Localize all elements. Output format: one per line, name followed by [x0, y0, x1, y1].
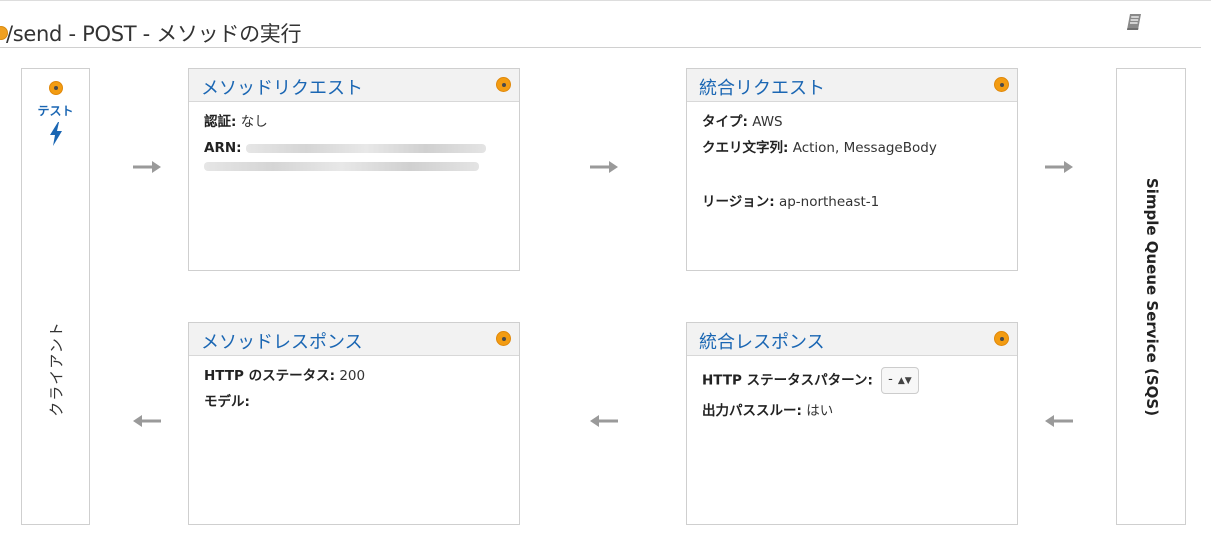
query-label: クエリ文字列: — [702, 140, 789, 156]
pattern-row: HTTP ステータスパターン: - ▲▼ — [702, 367, 1002, 394]
arn-label: ARN: — [204, 140, 242, 156]
top-rule — [0, 0, 1211, 1]
status-dot-icon — [994, 77, 1009, 92]
method-response-box: メソッドレスポンス HTTP のステータス: 200 モデル: — [188, 322, 520, 525]
method-request-header: メソッドリクエスト — [189, 69, 519, 102]
arrow-left-icon — [133, 415, 161, 427]
docs-icon[interactable] — [1124, 12, 1144, 32]
passthrough-value: はい — [806, 403, 834, 419]
test-link[interactable]: テスト — [22, 102, 89, 119]
integration-response-header: 統合レスポンス — [687, 323, 1017, 356]
client-label: クライアント — [47, 321, 66, 417]
pattern-label: HTTP ステータスパターン: — [702, 372, 873, 389]
type-value: AWS — [752, 114, 783, 130]
type-row: タイプ: AWS — [702, 113, 1002, 131]
page-title: /send - POST - メソッドの実行 — [6, 22, 302, 46]
arrow-right-icon — [1045, 161, 1073, 173]
method-request-box: メソッドリクエスト 認証: なし ARN: — [188, 68, 520, 271]
lightning-icon[interactable] — [48, 122, 64, 146]
integration-request-link[interactable]: 統合リクエスト — [699, 74, 825, 100]
status-pattern-value: - — [888, 372, 893, 387]
model-label: モデル: — [204, 394, 250, 410]
client-panel: テスト クライアント — [21, 68, 90, 525]
model-row: モデル: — [204, 393, 504, 411]
method-request-link[interactable]: メソッドリクエスト — [201, 74, 363, 100]
status-row: HTTP のステータス: 200 — [204, 367, 504, 385]
method-response-link[interactable]: メソッドレスポンス — [201, 328, 363, 354]
region-label: リージョン: — [702, 194, 775, 210]
passthrough-label: 出力パススルー: — [702, 403, 802, 419]
passthrough-row: 出力パススルー: はい — [702, 402, 1002, 420]
integration-response-link[interactable]: 統合レスポンス — [699, 328, 825, 354]
method-response-header: メソッドレスポンス — [189, 323, 519, 356]
auth-value: なし — [240, 114, 268, 130]
arrow-right-icon — [133, 161, 161, 173]
arrow-right-icon — [590, 161, 618, 173]
title-divider — [0, 47, 1201, 48]
auth-row: 認証: なし — [204, 113, 504, 131]
backend-label: Simple Queue Service (SQS) — [1143, 177, 1161, 417]
region-value: ap-northeast-1 — [778, 194, 880, 210]
region-row: リージョン: ap-northeast-1 — [702, 193, 1002, 211]
query-value: Action, MessageBody — [792, 140, 937, 156]
integration-response-box: 統合レスポンス HTTP ステータスパターン: - ▲▼ 出力パススルー: はい — [686, 322, 1018, 525]
select-caret-icon: ▲▼ — [897, 376, 912, 386]
client-status-dot-icon — [49, 81, 63, 95]
status-dot-icon — [994, 331, 1009, 346]
arn-redacted — [245, 143, 486, 153]
status-pattern-select[interactable]: - ▲▼ — [881, 367, 919, 394]
integration-request-box: 統合リクエスト タイプ: AWS クエリ文字列: Action, Message… — [686, 68, 1018, 271]
type-label: タイプ: — [702, 114, 748, 130]
arrow-left-icon — [1045, 415, 1073, 427]
query-row: クエリ文字列: Action, MessageBody — [702, 139, 1002, 157]
arn-redacted — [204, 161, 479, 171]
status-dot-icon — [496, 331, 511, 346]
auth-label: 認証: — [204, 114, 237, 130]
arrow-left-icon — [590, 415, 618, 427]
backend-panel: Simple Queue Service (SQS) — [1116, 68, 1186, 525]
integration-request-header: 統合リクエスト — [687, 69, 1017, 102]
status-dot-icon — [496, 77, 511, 92]
arn-row: ARN: — [204, 139, 504, 175]
status-label: HTTP のステータス: — [204, 368, 336, 384]
status-value: 200 — [339, 368, 366, 384]
